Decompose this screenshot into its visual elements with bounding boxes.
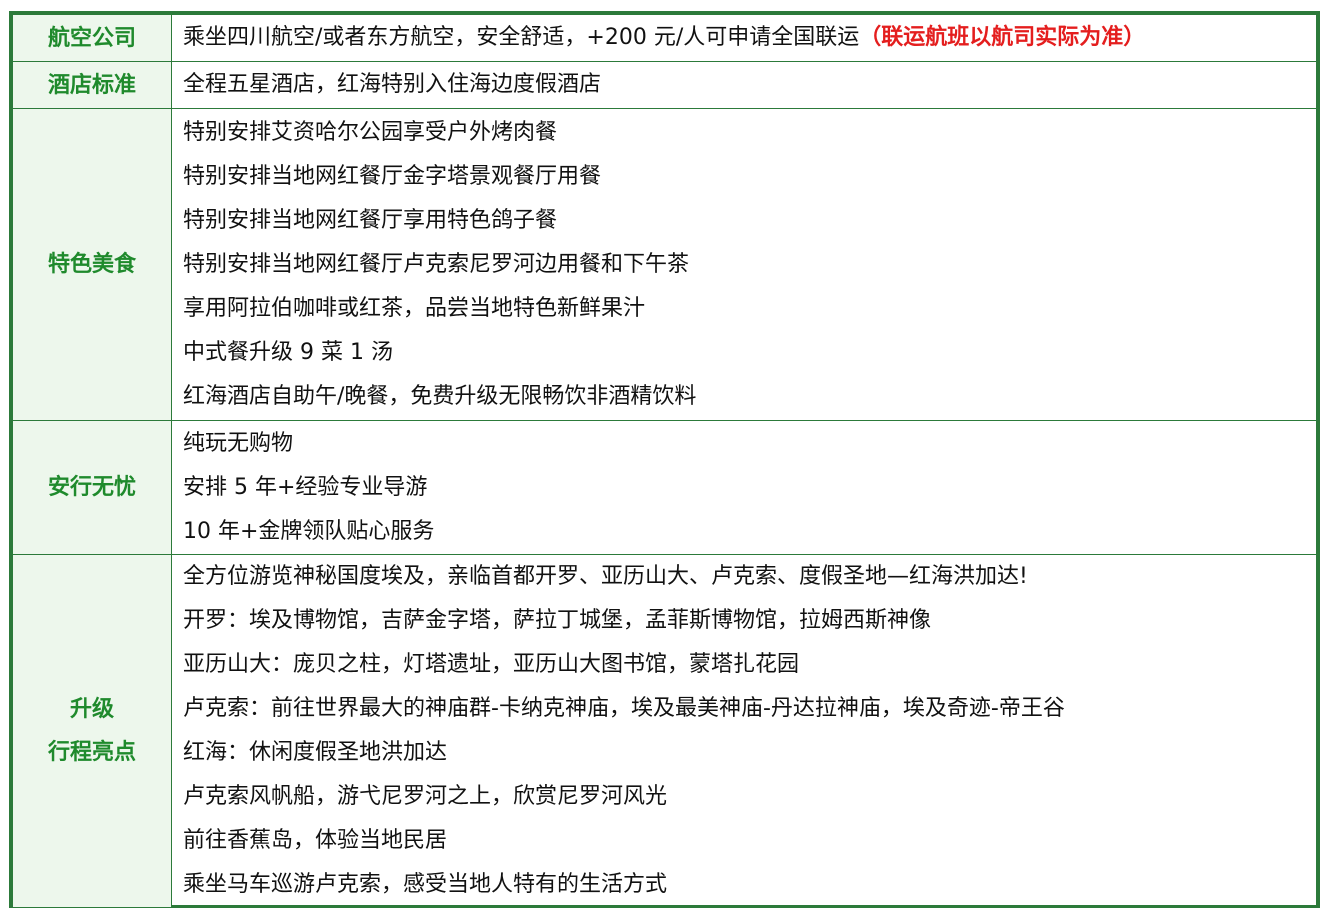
row-hotel: 酒店标准 全程五星酒店，红海特别入住海边度假酒店 [12,61,1317,109]
content-hotel: 全程五星酒店，红海特别入住海边度假酒店 [171,61,1317,109]
food-line: 特别安排当地网红餐厅卢克索尼罗河边用餐和下午茶 [183,251,690,277]
content-food: 特别安排艾资哈尔公园享受户外烤肉餐 特别安排当地网红餐厅金字塔景观餐厅用餐 特别… [171,108,1317,421]
row-highlights: 升级 行程亮点 全方位游览神秘国度埃及，亲临首都开罗、亚历山大、卢克索、度假圣地… [12,554,1317,908]
label-airline-text: 航空公司 [47,25,136,51]
safety-line: 纯玩无购物 [183,430,294,456]
row-safety: 安行无忧 纯玩无购物 安排 5 年+经验专业导游 10 年+金牌领队贴心服务 [12,420,1317,555]
label-hotel-text: 酒店标准 [47,72,136,98]
hotel-line: 全程五星酒店，红海特别入住海边度假酒店 [183,72,602,97]
itinerary-table-frame: 航空公司 乘坐四川航空/或者东方航空，安全舒适，+200 元/人可申请全国联运（… [9,11,1320,908]
row-food: 特色美食 特别安排艾资哈尔公园享受户外烤肉餐 特别安排当地网红餐厅金字塔景观餐厅… [12,108,1317,421]
label-highlights: 升级 行程亮点 [12,554,172,908]
food-line: 享用阿拉伯咖啡或红茶，品尝当地特色新鲜果汁 [183,295,646,321]
highlight-line: 红海：休闲度假圣地洪加达 [183,740,448,765]
highlight-line: 卢克索：前往世界最大的神庙群-卡纳克神庙，埃及最美神庙-丹达拉神庙，埃及奇迹-帝… [183,696,1065,721]
safety-line: 安排 5 年+经验专业导游 [183,474,428,500]
food-line: 特别安排当地网红餐厅享用特色鸽子餐 [183,207,558,233]
itinerary-table: 航空公司 乘坐四川航空/或者东方航空，安全舒适，+200 元/人可申请全国联运（… [12,14,1317,908]
highlight-line: 前往香蕉岛，体验当地民居 [183,828,448,853]
label-food: 特色美食 [12,108,172,421]
highlight-line: 卢克索风帆船，游弋尼罗河之上，欣赏尼罗河风光 [183,784,668,809]
airline-note: （联运航班以航司实际为准） [859,25,1146,50]
label-safety-text: 安行无忧 [47,475,136,500]
content-safety: 纯玩无购物 安排 5 年+经验专业导游 10 年+金牌领队贴心服务 [171,420,1317,555]
airline-line: 乘坐四川航空/或者东方航空，安全舒适，+200 元/人可申请全国联运（联运航班以… [183,25,1146,50]
food-line: 中式餐升级 9 菜 1 汤 [183,339,393,365]
content-highlights: 全方位游览神秘国度埃及，亲临首都开罗、亚历山大、卢克索、度假圣地—红海洪加达! … [171,554,1317,908]
highlight-line: 全方位游览神秘国度埃及，亲临首都开罗、亚历山大、卢克索、度假圣地—红海洪加达! [183,564,1028,589]
highlight-line: 开罗：埃及博物馆，吉萨金字塔，萨拉丁城堡，孟菲斯博物馆，拉姆西斯神像 [183,608,932,633]
food-line: 特别安排艾资哈尔公园享受户外烤肉餐 [183,119,558,145]
food-line: 红海酒店自助午/晚餐，免费升级无限畅饮非酒精饮料 [183,383,697,409]
row-airline: 航空公司 乘坐四川航空/或者东方航空，安全舒适，+200 元/人可申请全国联运（… [12,14,1317,62]
highlight-line: 亚历山大：庞贝之柱，灯塔遗址，亚历山大图书馆，蒙塔扎花园 [183,652,800,677]
label-highlights-line-1: 升级 [69,697,114,722]
label-safety: 安行无忧 [12,420,172,555]
label-hotel: 酒店标准 [12,61,172,109]
highlight-line: 乘坐马车巡游卢克索，感受当地人特有的生活方式 [183,872,668,897]
content-airline: 乘坐四川航空/或者东方航空，安全舒适，+200 元/人可申请全国联运（联运航班以… [171,14,1317,62]
label-highlights-line-2: 行程亮点 [47,740,136,765]
food-line: 特别安排当地网红餐厅金字塔景观餐厅用餐 [183,163,602,189]
label-airline: 航空公司 [12,14,172,62]
safety-line: 10 年+金牌领队贴心服务 [183,518,435,544]
label-food-text: 特色美食 [47,252,136,277]
